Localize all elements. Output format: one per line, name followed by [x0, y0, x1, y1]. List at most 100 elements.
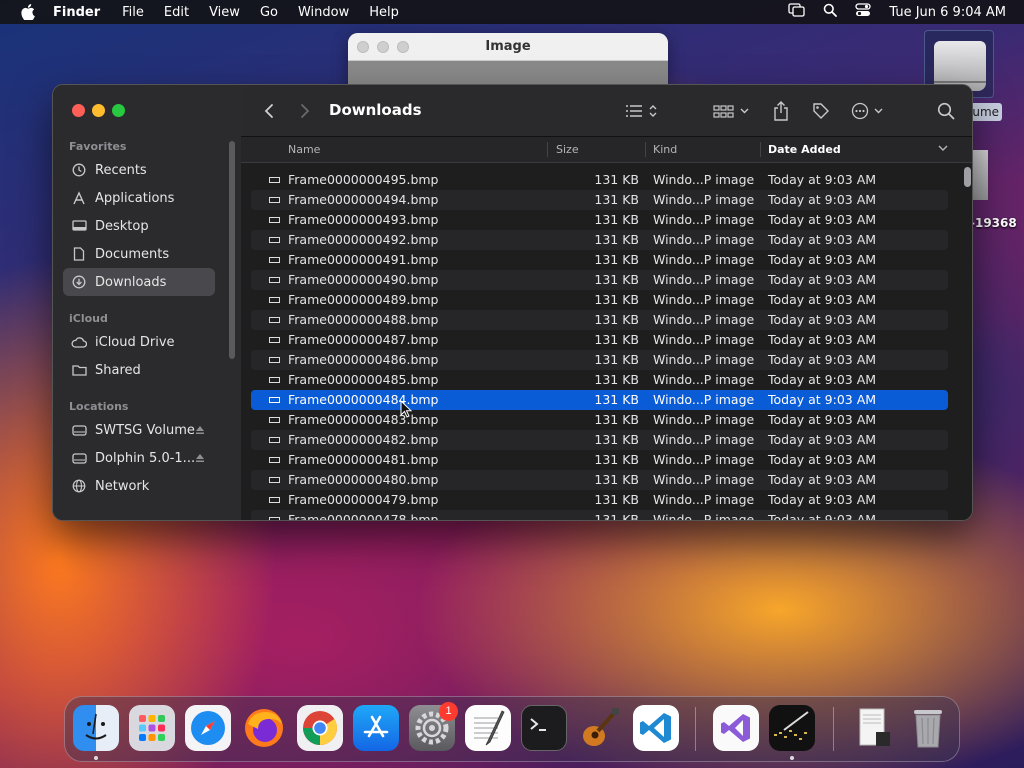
tag-icon[interactable] [809, 99, 833, 123]
group-by-icon[interactable] [711, 99, 755, 123]
bmp-file-icon [269, 277, 280, 283]
sidebar-item-recents[interactable]: Recents [63, 156, 215, 184]
file-list-scrollbar[interactable] [962, 165, 972, 520]
forward-button[interactable] [295, 99, 315, 123]
file-row[interactable]: Frame0000000480.bmp 131 KB Windo...P image… [251, 470, 948, 490]
launchpad-icon[interactable] [129, 705, 175, 751]
sidebar-item-swtsg-volume[interactable]: SWTSG Volume [63, 416, 215, 444]
sidebar-item-desktop[interactable]: Desktop [63, 212, 215, 240]
menu-edit[interactable]: Edit [164, 5, 189, 20]
column-divider[interactable] [760, 142, 761, 157]
sidebar-item-label: Documents [95, 246, 170, 262]
file-row[interactable]: Frame0000000479.bmp 131 KB Windo...P image… [251, 490, 948, 510]
sort-chevron-down-icon[interactable] [938, 142, 948, 155]
guitar-icon[interactable] [577, 705, 623, 751]
close-button[interactable] [72, 104, 85, 117]
finder-icon[interactable] [73, 705, 119, 751]
eject-icon[interactable] [195, 452, 205, 467]
control-center-icon[interactable] [855, 3, 872, 21]
file-date-added: Today at 9:03 AM [768, 472, 877, 487]
column-size[interactable]: Size [556, 143, 579, 156]
safari-icon[interactable] [185, 705, 231, 751]
file-size: 131 KB [594, 492, 639, 507]
menu-help[interactable]: Help [369, 5, 399, 20]
file-row[interactable]: Frame0000000491.bmp 131 KB Windo...P image… [251, 250, 948, 270]
menu-go[interactable]: Go [260, 5, 278, 20]
column-divider[interactable] [645, 142, 646, 157]
firefox-icon[interactable] [241, 705, 287, 751]
console-icon[interactable] [769, 705, 815, 751]
file-row[interactable]: Frame0000000482.bmp 131 KB Windo...P image… [251, 430, 948, 450]
share-icon[interactable] [769, 99, 793, 123]
chrome-icon[interactable] [297, 705, 343, 751]
file-row[interactable]: Frame0000000487.bmp 131 KB Windo...P image… [251, 330, 948, 350]
minimize-button[interactable] [92, 104, 105, 117]
file-row[interactable]: Frame0000000483.bmp 131 KB Windo...P image… [251, 410, 948, 430]
file-row[interactable]: Frame0000000492.bmp 131 KB Windo...P image… [251, 230, 948, 250]
file-row[interactable]: Frame0000000494.bmp 131 KB Windo...P image… [251, 190, 948, 210]
menu-app-finder[interactable]: Finder [53, 5, 100, 20]
visual-studio-icon[interactable] [713, 705, 759, 751]
menu-window[interactable]: Window [298, 5, 349, 20]
sidebar-item-label: Dolphin 5.0-1... [95, 450, 196, 466]
textedit-icon[interactable] [465, 705, 511, 751]
more-actions-icon[interactable] [849, 99, 889, 123]
file-date-added: Today at 9:03 AM [768, 492, 877, 507]
maximize-button[interactable] [112, 104, 125, 117]
column-kind[interactable]: Kind [653, 143, 677, 156]
column-date-added[interactable]: Date Added [768, 143, 841, 156]
document-icon [71, 246, 87, 262]
scrollbar-thumb[interactable] [964, 167, 971, 187]
file-row[interactable]: Frame0000000478.bmp 131 KB Windo...P image… [251, 510, 948, 520]
column-divider[interactable] [547, 142, 548, 157]
menu-view[interactable]: View [209, 5, 240, 20]
sidebar-item-applications[interactable]: Applications [63, 184, 215, 212]
image-close-button[interactable] [357, 41, 369, 53]
file-row[interactable]: Frame0000000481.bmp 131 KB Windo...P image… [251, 450, 948, 470]
sidebar-item-shared[interactable]: Shared [63, 356, 215, 384]
image-maximize-button[interactable] [397, 41, 409, 53]
file-row[interactable]: Frame0000000488.bmp 131 KB Windo...P image… [251, 310, 948, 330]
file-row[interactable]: Frame0000000489.bmp 131 KB Windo...P image… [251, 290, 948, 310]
file-row[interactable]: Frame0000000493.bmp 131 KB Windo...P image… [251, 210, 948, 230]
file-row[interactable]: Frame0000000485.bmp 131 KB Windo...P image… [251, 370, 948, 390]
back-button[interactable] [259, 99, 279, 123]
file-row[interactable]: Frame0000000486.bmp 131 KB Windo...P image… [251, 350, 948, 370]
file-row[interactable]: Frame0000000490.bmp 131 KB Windo...P image… [251, 270, 948, 290]
bmp-file-icon [269, 437, 280, 443]
sidebar-item-downloads[interactable]: Downloads [63, 268, 215, 296]
terminal-icon[interactable] [521, 705, 567, 751]
clock-icon [71, 162, 87, 178]
sidebar-item-documents[interactable]: Documents [63, 240, 215, 268]
sidebar-item-network[interactable]: Network [63, 472, 215, 500]
mouse-cursor-icon [400, 399, 413, 422]
file-date-added: Today at 9:03 AM [768, 312, 877, 327]
list-view-icon[interactable] [623, 99, 663, 123]
file-size: 131 KB [594, 212, 639, 227]
search-icon[interactable] [934, 99, 958, 123]
file-row[interactable]: Frame0000000484.bmp 131 KB Windo...P image… [251, 390, 948, 410]
file-kind: Windo...P image [653, 192, 755, 207]
file-kind: Windo...P image [653, 332, 755, 347]
menu-file[interactable]: File [122, 5, 144, 20]
image-minimize-button[interactable] [377, 41, 389, 53]
spotlight-icon[interactable] [823, 3, 838, 21]
sidebar-item-dolphin[interactable]: Dolphin 5.0-1... [63, 444, 215, 472]
eject-icon[interactable] [195, 424, 205, 439]
column-name[interactable]: Name [288, 143, 320, 156]
file-row[interactable]: Frame0000000495.bmp 131 KB Windo...P image… [251, 170, 948, 190]
sidebar-item-icloud-drive[interactable]: iCloud Drive [63, 328, 215, 356]
apple-icon[interactable] [17, 0, 39, 24]
preview-icon[interactable] [851, 705, 897, 751]
dock-divider [695, 707, 696, 751]
file-kind: Windo...P image [653, 252, 755, 267]
trash-icon[interactable] [905, 705, 951, 751]
image-window-titlebar[interactable]: Image [348, 33, 668, 61]
screen-mirroring-icon[interactable] [788, 3, 806, 21]
desktop-drive-label[interactable]: -19368 [970, 216, 1017, 230]
sidebar-scrollbar[interactable] [229, 141, 235, 359]
vscode-icon[interactable] [633, 705, 679, 751]
dock-divider [833, 707, 834, 751]
app-store-icon[interactable] [353, 705, 399, 751]
menu-clock[interactable]: Tue Jun 6 9:04 AM [889, 5, 1006, 20]
